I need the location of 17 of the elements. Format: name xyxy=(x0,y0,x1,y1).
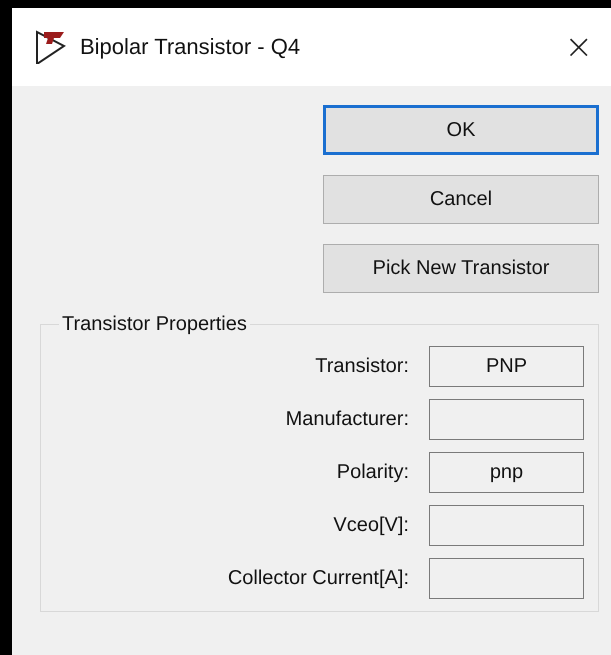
dialog-button[interactable]: Cancel xyxy=(323,175,599,224)
window-title: Bipolar Transistor - Q4 xyxy=(80,34,302,60)
field-label: Collector Current[A]: xyxy=(228,567,409,590)
value-field[interactable] xyxy=(429,505,584,546)
close-button[interactable]: × xyxy=(560,30,597,64)
field-label: Transistor: xyxy=(315,355,409,378)
group-title: Transistor Properties xyxy=(61,313,248,336)
field-label: Vceo[V]: xyxy=(333,514,409,537)
dialog-button[interactable]: Pick New Transistor xyxy=(323,244,599,293)
field-label: Polarity: xyxy=(336,461,409,484)
value-field[interactable] xyxy=(429,399,584,440)
value-field[interactable] xyxy=(429,558,584,599)
dialog-button[interactable]: OK xyxy=(323,105,599,155)
value-field[interactable]: PNP xyxy=(429,346,584,387)
field-label: Manufacturer: xyxy=(286,408,409,431)
value-field[interactable]: pnp xyxy=(429,452,584,493)
logo-icon xyxy=(34,30,68,64)
